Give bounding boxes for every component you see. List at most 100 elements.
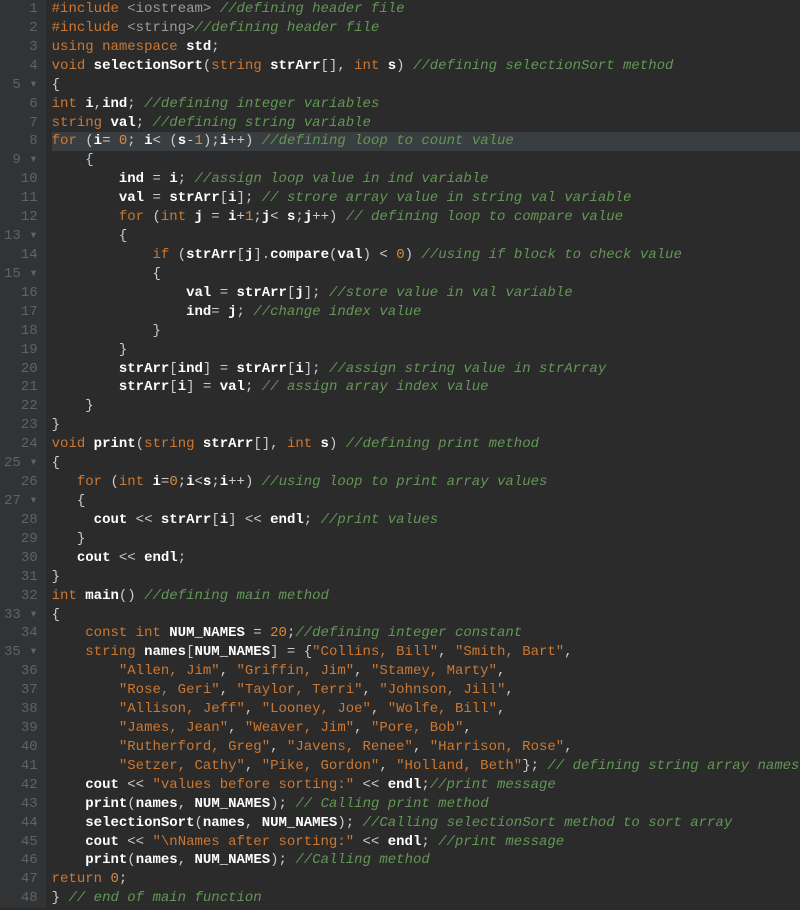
code-line[interactable]: "Rutherford, Greg", "Javens, Renee", "Ha…: [52, 738, 800, 757]
line-number[interactable]: 37: [4, 681, 38, 700]
line-number[interactable]: 39: [4, 719, 38, 738]
line-number[interactable]: 21: [4, 378, 38, 397]
line-number[interactable]: 23: [4, 416, 38, 435]
code-line[interactable]: }: [52, 416, 800, 435]
code-line[interactable]: cout << strArr[i] << endl; //print value…: [52, 511, 800, 530]
code-line[interactable]: }: [52, 397, 800, 416]
line-number[interactable]: 44: [4, 814, 38, 833]
line-number[interactable]: 29: [4, 530, 38, 549]
code-line[interactable]: }: [52, 568, 800, 587]
code-line[interactable]: cout << "values before sorting:" << endl…: [52, 776, 800, 795]
code-line[interactable]: using namespace std;: [52, 38, 800, 57]
code-line[interactable]: cout << endl;: [52, 549, 800, 568]
line-number[interactable]: 5 ▾: [4, 76, 38, 95]
line-number[interactable]: 31: [4, 568, 38, 587]
line-number[interactable]: 25 ▾: [4, 454, 38, 473]
line-number[interactable]: 28: [4, 511, 38, 530]
line-number[interactable]: 2: [4, 19, 38, 38]
line-number[interactable]: 3: [4, 38, 38, 57]
code-line[interactable]: {: [52, 492, 800, 511]
code-line[interactable]: const int NUM_NAMES = 20;//defining inte…: [52, 624, 800, 643]
code-line[interactable]: ind= j; //change index value: [52, 303, 800, 322]
line-number[interactable]: 42: [4, 776, 38, 795]
line-number[interactable]: 46: [4, 851, 38, 870]
code-line[interactable]: print(names, NUM_NAMES); // Calling prin…: [52, 795, 800, 814]
code-line[interactable]: {: [52, 606, 800, 625]
code-line[interactable]: {: [52, 76, 800, 95]
code-line[interactable]: if (strArr[j].compare(val) < 0) //using …: [52, 246, 800, 265]
line-number[interactable]: 38: [4, 700, 38, 719]
code-line[interactable]: {: [52, 454, 800, 473]
line-number[interactable]: 6: [4, 95, 38, 114]
line-number[interactable]: 33 ▾: [4, 606, 38, 625]
code-line[interactable]: string names[NUM_NAMES] = {"Collins, Bil…: [52, 643, 800, 662]
code-line[interactable]: }: [52, 530, 800, 549]
line-number[interactable]: 26: [4, 473, 38, 492]
line-number[interactable]: 27 ▾: [4, 492, 38, 511]
code-line[interactable]: "Setzer, Cathy", "Pike, Gordon", "Hollan…: [52, 757, 800, 776]
code-line[interactable]: int i,ind; //defining integer variables: [52, 95, 800, 114]
line-number[interactable]: 32: [4, 587, 38, 606]
line-number[interactable]: 1: [4, 0, 38, 19]
line-number[interactable]: 14: [4, 246, 38, 265]
code-line[interactable]: for (i= 0; i< (s-1);i++) //defining loop…: [52, 132, 800, 151]
line-number[interactable]: 48: [4, 889, 38, 908]
line-number[interactable]: 8: [4, 132, 38, 151]
code-line[interactable]: void print(string strArr[], int s) //def…: [52, 435, 800, 454]
fold-indicator[interactable]: ▾: [29, 607, 37, 623]
code-line[interactable]: for (int j = i+1;j< s;j++) // defining l…: [52, 208, 800, 227]
fold-indicator[interactable]: ▾: [29, 644, 37, 660]
code-editor-area[interactable]: #include <iostream> //defining header fi…: [46, 0, 800, 908]
code-line[interactable]: {: [52, 227, 800, 246]
code-line[interactable]: } // end of main function: [52, 889, 800, 908]
line-number[interactable]: 45: [4, 833, 38, 852]
code-line[interactable]: "Allison, Jeff", "Looney, Joe", "Wolfe, …: [52, 700, 800, 719]
line-number[interactable]: 7: [4, 114, 38, 133]
code-line[interactable]: }: [52, 322, 800, 341]
code-line[interactable]: }: [52, 341, 800, 360]
line-number[interactable]: 47: [4, 870, 38, 889]
code-line[interactable]: int main() //defining main method: [52, 587, 800, 606]
fold-indicator[interactable]: ▾: [29, 152, 37, 168]
line-number[interactable]: 12: [4, 208, 38, 227]
line-number[interactable]: 22: [4, 397, 38, 416]
code-line[interactable]: return 0;: [52, 870, 800, 889]
line-number[interactable]: 16: [4, 284, 38, 303]
line-number[interactable]: 24: [4, 435, 38, 454]
code-line[interactable]: string val; //defining string variable: [52, 114, 800, 133]
line-number[interactable]: 10: [4, 170, 38, 189]
code-line[interactable]: void selectionSort(string strArr[], int …: [52, 57, 800, 76]
line-number[interactable]: 30: [4, 549, 38, 568]
line-number[interactable]: 11: [4, 189, 38, 208]
line-number[interactable]: 17: [4, 303, 38, 322]
code-line[interactable]: strArr[ind] = strArr[i]; //assign string…: [52, 360, 800, 379]
line-number[interactable]: 9 ▾: [4, 151, 38, 170]
code-line[interactable]: {: [52, 265, 800, 284]
code-line[interactable]: #include <string>//defining header file: [52, 19, 800, 38]
line-number[interactable]: 41: [4, 757, 38, 776]
code-line[interactable]: for (int i=0;i<s;i++) //using loop to pr…: [52, 473, 800, 492]
line-number[interactable]: 13 ▾: [4, 227, 38, 246]
line-number[interactable]: 4: [4, 57, 38, 76]
line-number[interactable]: 20: [4, 360, 38, 379]
code-line[interactable]: ind = i; //assign loop value in ind vari…: [52, 170, 800, 189]
code-line[interactable]: print(names, NUM_NAMES); //Calling metho…: [52, 851, 800, 870]
line-number-gutter[interactable]: 12345 ▾6789 ▾10111213 ▾1415 ▾16171819202…: [0, 0, 46, 908]
code-line[interactable]: strArr[i] = val; // assign array index v…: [52, 378, 800, 397]
fold-indicator[interactable]: ▾: [29, 266, 37, 282]
code-line[interactable]: "Rose, Geri", "Taylor, Terri", "Johnson,…: [52, 681, 800, 700]
code-line[interactable]: val = strArr[i]; // strore array value i…: [52, 189, 800, 208]
code-line[interactable]: val = strArr[j]; //store value in val va…: [52, 284, 800, 303]
line-number[interactable]: 34: [4, 624, 38, 643]
fold-indicator[interactable]: ▾: [29, 77, 37, 93]
line-number[interactable]: 19: [4, 341, 38, 360]
code-line[interactable]: "Allen, Jim", "Griffin, Jim", "Stamey, M…: [52, 662, 800, 681]
code-line[interactable]: #include <iostream> //defining header fi…: [52, 0, 800, 19]
fold-indicator[interactable]: ▾: [29, 455, 37, 471]
fold-indicator[interactable]: ▾: [29, 228, 37, 244]
code-line[interactable]: "James, Jean", "Weaver, Jim", "Pore, Bob…: [52, 719, 800, 738]
line-number[interactable]: 35 ▾: [4, 643, 38, 662]
line-number[interactable]: 15 ▾: [4, 265, 38, 284]
line-number[interactable]: 43: [4, 795, 38, 814]
line-number[interactable]: 36: [4, 662, 38, 681]
